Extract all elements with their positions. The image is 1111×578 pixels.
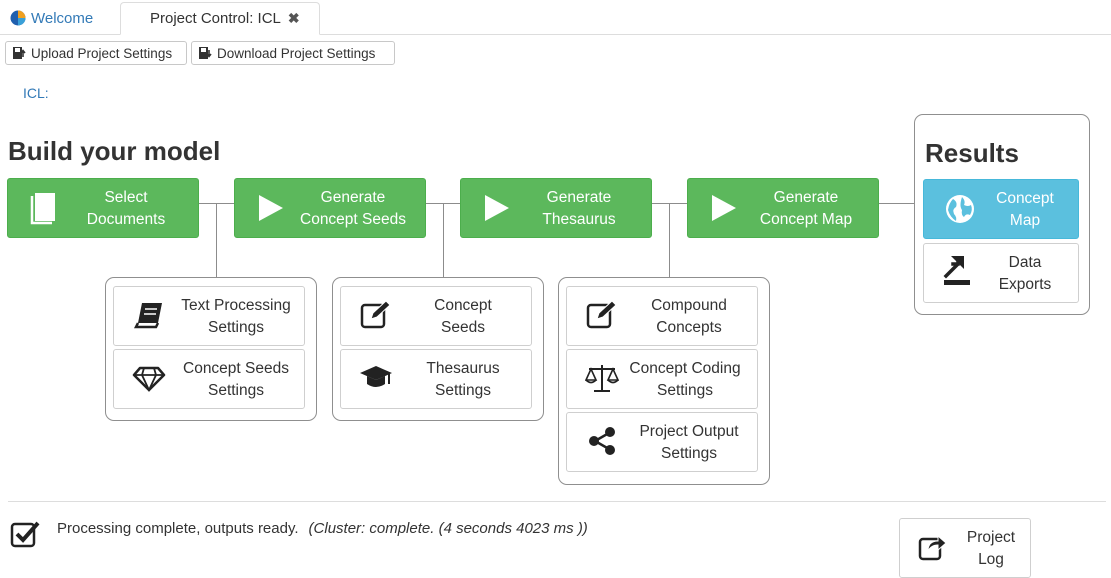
export-icon <box>943 256 970 285</box>
concept-seeds-settings-button[interactable]: Concept Seeds Settings <box>113 349 305 409</box>
status-message: Processing complete, outputs ready. (Clus… <box>57 520 588 537</box>
concept-coding-settings-button[interactable]: Concept Coding Settings <box>566 349 758 409</box>
download-icon <box>199 47 212 59</box>
concept-coding-label: Concept Coding Settings <box>629 360 741 399</box>
select-documents-button[interactable]: Select Documents <box>7 178 199 238</box>
check-square-icon <box>10 521 40 548</box>
tab-welcome-label: Welcome <box>31 9 94 27</box>
select-documents-label: Select Documents <box>86 189 166 228</box>
results-heading: Results <box>925 138 1019 168</box>
share-square-icon <box>918 534 947 561</box>
text-processing-label: Text Processing Settings <box>181 297 291 336</box>
diamond-icon <box>132 366 166 393</box>
project-log-button[interactable]: Project Log <box>899 518 1031 578</box>
project-output-settings-button[interactable]: Project Output Settings <box>566 412 758 472</box>
generate-thesaurus-label: Generate Thesaurus <box>542 189 616 228</box>
project-log-label: Project Log <box>966 529 1016 568</box>
upload-settings-button[interactable]: Upload Project Settings <box>5 41 187 65</box>
compound-concepts-button[interactable]: Compound Concepts <box>566 286 758 346</box>
project-output-label: Project Output Settings <box>639 423 739 462</box>
tab-project-label: Project Control: ICL <box>150 10 281 27</box>
concept-map-label: Concept Map <box>996 190 1054 229</box>
thesaurus-settings-label: Thesaurus Settings <box>426 360 500 399</box>
download-settings-button[interactable]: Download Project Settings <box>191 41 395 65</box>
text-processing-settings-button[interactable]: Text Processing Settings <box>113 286 305 346</box>
edit-icon <box>360 300 391 329</box>
concept-seeds-settings-label: Concept Seeds Settings <box>183 360 289 399</box>
concept-map-button[interactable]: Concept Map <box>923 179 1079 239</box>
generate-concept-map-button[interactable]: Generate Concept Map <box>687 178 879 238</box>
connector-line <box>879 203 914 204</box>
data-exports-button[interactable]: Data Exports <box>923 243 1079 303</box>
concept-seeds-button[interactable]: Concept Seeds <box>340 286 532 346</box>
connector-line <box>669 203 670 277</box>
upload-settings-label: Upload Project Settings <box>31 45 173 61</box>
status-main-text: Processing complete, outputs ready. <box>57 520 299 537</box>
generate-concept-seeds-label: Generate Concept Seeds <box>300 189 406 228</box>
build-heading: Build your model <box>8 136 221 166</box>
generate-concept-seeds-button[interactable]: Generate Concept Seeds <box>234 178 426 238</box>
edit-icon <box>586 300 617 329</box>
tab-project-control[interactable]: Project Control: ICL ✖ <box>120 2 320 35</box>
concept-seeds-label: Concept Seeds <box>434 297 492 336</box>
share-icon <box>589 427 615 455</box>
data-exports-label: Data Exports <box>998 254 1052 293</box>
connector-line <box>216 203 217 277</box>
connector-line <box>443 203 444 277</box>
app-logo-icon <box>10 10 26 26</box>
generate-concept-map-label: Generate Concept Map <box>759 189 853 228</box>
project-name-link[interactable]: ICL: <box>23 85 49 101</box>
status-divider <box>8 501 1106 502</box>
globe-icon <box>946 195 974 223</box>
balance-scale-icon <box>585 365 619 392</box>
tab-welcome[interactable]: Welcome <box>10 2 115 34</box>
close-icon[interactable]: ✖ <box>288 10 300 27</box>
book-icon <box>133 303 162 329</box>
thesaurus-settings-button[interactable]: Thesaurus Settings <box>340 349 532 409</box>
graduation-cap-icon <box>360 366 392 387</box>
download-settings-label: Download Project Settings <box>217 45 376 61</box>
generate-thesaurus-button[interactable]: Generate Thesaurus <box>460 178 652 238</box>
upload-icon <box>13 47 26 59</box>
compound-concepts-label: Compound Concepts <box>651 297 727 336</box>
status-detail-text: (Cluster: complete. (4 seconds 4023 ms )… <box>308 520 588 537</box>
